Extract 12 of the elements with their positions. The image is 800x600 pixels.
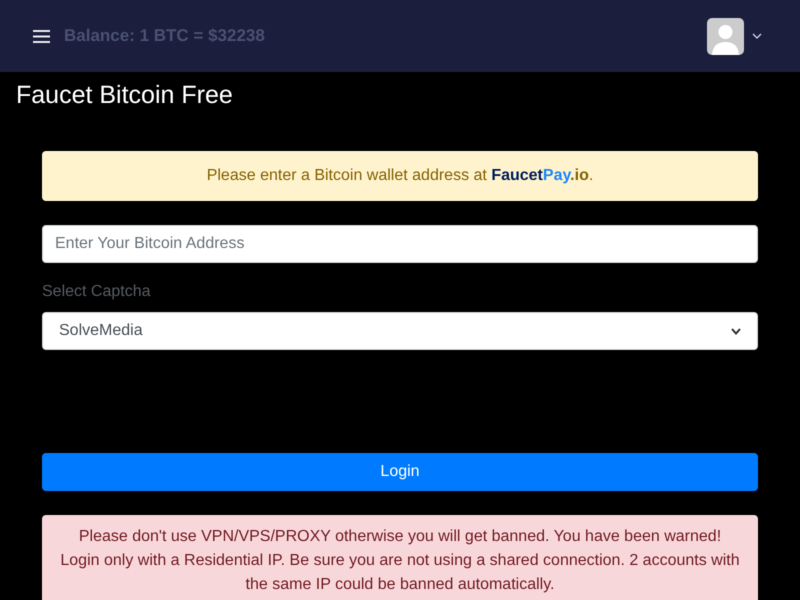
- captcha-label: Select Captcha: [42, 282, 152, 302]
- notice-text: Please enter a Bitcoin wallet address at FaucetPay.io.: [206, 166, 594, 186]
- faucetpay-link[interactable]: FaucetPay.io: [491, 167, 589, 184]
- warning-text: Please don't use VPN/VPS/PROXY otherwise you will get banned. You have been warned! Login only with a Residential IP. Be sure you are not using a shared connection. 2 accounts with the same IP could be banned automatically.: [59, 527, 741, 595]
- page-title: Faucet Bitcoin Free: [15, 80, 234, 111]
- address-field[interactable]: Enter Your Bitcoin Address: [42, 225, 758, 263]
- menu-icon[interactable]: [33, 30, 50, 42]
- avatar-icon[interactable]: [707, 18, 744, 54]
- chevron-down-icon[interactable]: [752, 33, 762, 39]
- login-button[interactable]: Login: [42, 453, 758, 491]
- chevron-down-icon: [731, 328, 741, 334]
- captcha-select[interactable]: SolveMedia: [42, 312, 758, 350]
